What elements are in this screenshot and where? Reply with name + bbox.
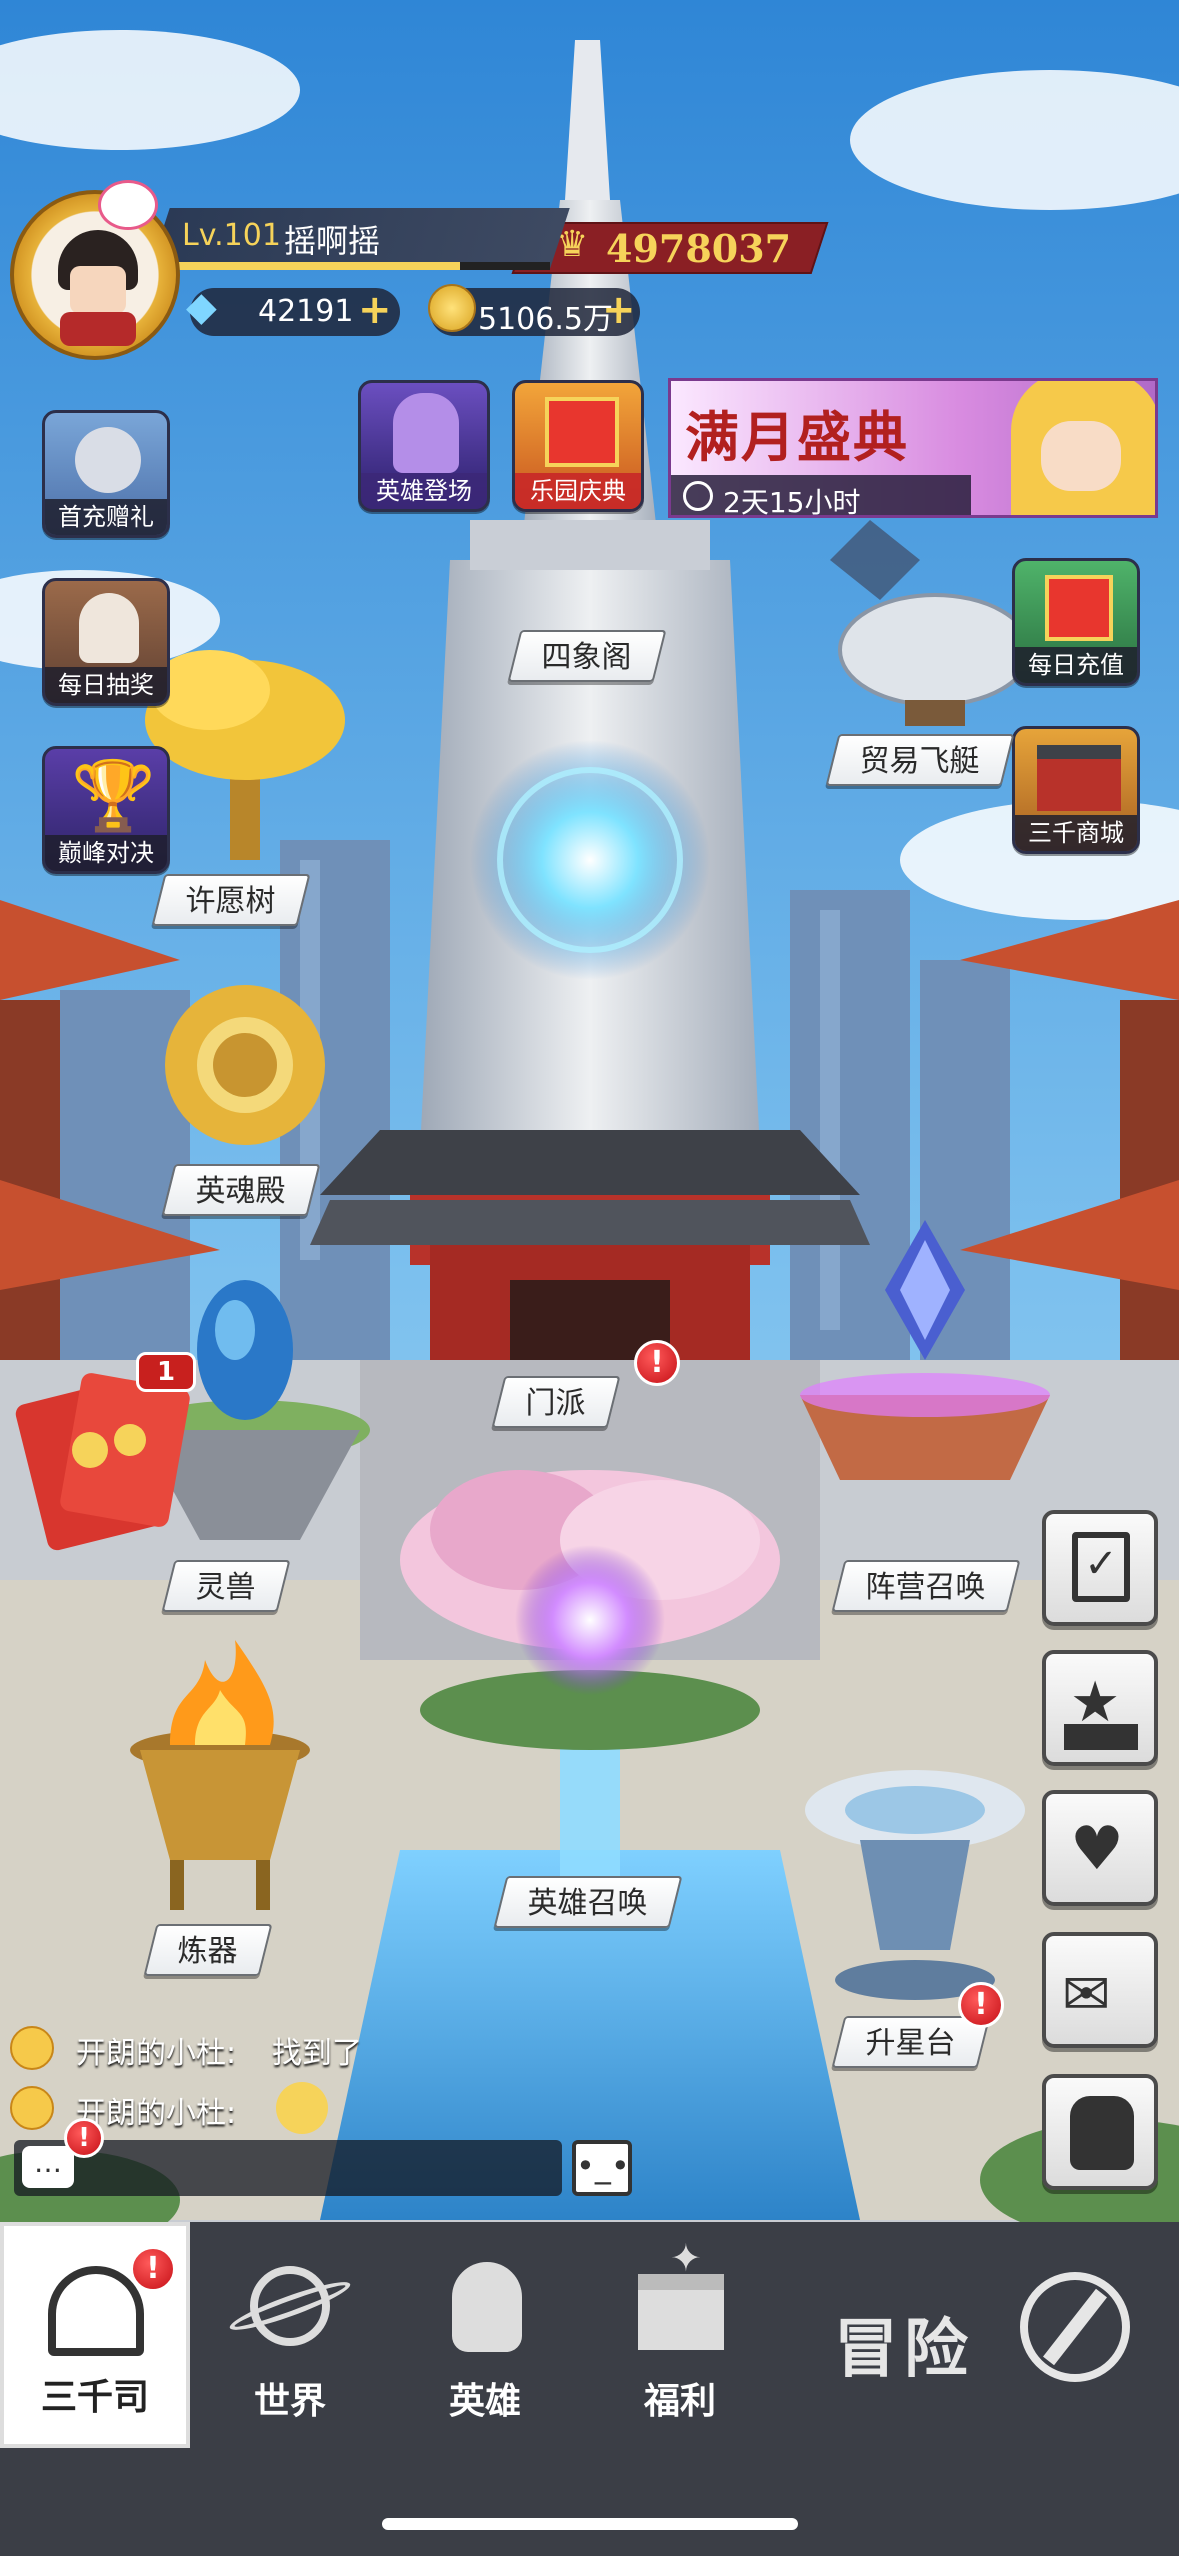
banner-timer: 2天15小时 [723,486,861,518]
avatar-face [70,266,126,314]
nav-label-welfare: 福利 [643,2381,716,2422]
ranking-button[interactable]: ★ [1042,1650,1158,1766]
diamond-icon: ◆ [186,284,217,330]
add-diamond-button[interactable]: + [358,290,394,330]
avatar-body [60,312,136,346]
mail-button[interactable]: ✉ [1042,1932,1158,2048]
friends-button[interactable]: ♥ [1042,1790,1158,1906]
emoji-button[interactable]: •_• [572,2140,632,2196]
player-level: Lv.101 [182,218,281,253]
building-label-trade-airship[interactable]: 贸易飞艇 [825,734,1015,786]
diamond-value: 42191 [258,294,354,329]
chat-alert-badge: ! [64,2118,104,2158]
building-label-hero-soul-hall[interactable]: 英魂殿 [161,1164,321,1216]
tasks-button[interactable]: ✓ [1042,1510,1158,1626]
sanqian-shop-button[interactable]: 三千商城 [1012,726,1140,854]
bunny-girl-icon [79,593,139,663]
sect-alert-badge: ! [634,1340,680,1386]
rabbit-ornament-icon [98,180,158,230]
nav-label-adventure: 冒险 [834,2313,974,2387]
building-label-wishing-tree[interactable]: 许愿树 [151,874,311,926]
fox-girl-face [1041,421,1121,491]
daily-recharge-button[interactable]: 每日充值 [1012,558,1140,686]
red-envelope-button[interactable] [20,1380,190,1540]
nav-tab-home[interactable]: ! 三千司 [0,2222,190,2448]
gift-box-nav-icon [638,2274,724,2350]
peak-duel-label: 巅峰对决 [45,835,167,871]
nav-label-home: 三千司 [40,2377,149,2418]
clock-icon [683,481,713,511]
building-label-forge[interactable]: 炼器 [143,1924,273,1976]
backpack-button[interactable] [1042,2074,1158,2190]
nav-tab-adventure[interactable]: 冒险 [780,2222,1179,2448]
gift-icon [1045,575,1113,641]
add-gold-button[interactable]: + [602,290,638,330]
building-label-sixiangge[interactable]: 四象阁 [507,630,667,682]
daily-lottery-label: 每日抽奖 [45,667,167,703]
checklist-icon: ✓ [1072,1532,1130,1602]
temple-icon [48,2266,144,2356]
chat-sender: 开朗的小杜: [76,2036,237,2071]
gift-character-icon [75,427,141,493]
star-platform-alert-badge: ! [958,1982,1004,2028]
chat-line-1[interactable]: 开朗的小杜: 找到了 [10,2022,570,2071]
full-moon-festival-banner[interactable]: 满月盛典 2天15小时 [668,378,1158,518]
gold-coin-icon [428,284,476,332]
park-celebration-button[interactable]: 乐园庆典 [512,380,644,512]
podium-icon [1064,1724,1138,1750]
nav-label-heroes: 英雄 [448,2381,521,2422]
player-hud: ♛ 4978037 Lv.101 摇啊摇 ◆ 42191 + 5106.5万 + [0,180,830,360]
building-label-sect[interactable]: 门派 [491,1376,621,1428]
gift-box-icon [545,397,619,467]
gold-value: 5106.5万 [478,302,613,337]
game-scene: ♛ 4978037 Lv.101 摇啊摇 ◆ 42191 + 5106.5万 +… [0,0,1179,2556]
hero-debut-button[interactable]: 英雄登场 [358,380,490,512]
home-indicator [382,2518,798,2530]
power-value: 4978037 [606,226,792,271]
friends-heart-icon: ♥ [1070,1814,1124,1884]
backpack-icon [1070,2096,1134,2170]
player-name: 摇啊摇 [284,222,381,260]
chat-message: 找到了 [272,2036,362,2071]
peak-duel-button[interactable]: 🏆 巅峰对决 [42,746,170,874]
banner-title: 满月盛典 [685,406,909,469]
first-recharge-gift-button[interactable]: 首充赠礼 [42,410,170,538]
sparkle-icon: ✦ [670,2236,702,2280]
building-label-hero-summon[interactable]: 英雄召唤 [493,1876,683,1928]
hero-debut-character-icon [393,393,459,473]
building-label-spirit-beast[interactable]: 灵兽 [161,1560,291,1612]
park-celebration-label: 乐园庆典 [515,473,641,509]
nav-tab-heroes[interactable]: 英雄 [390,2222,580,2448]
hero-head-icon [452,2262,522,2352]
bottom-nav: ! 三千司 世界 英雄 ✦ 福利 冒险 [0,2222,1179,2556]
chat-avatar-icon [10,2026,54,2070]
first-recharge-gift-label: 首充赠礼 [45,499,167,535]
daily-lottery-button[interactable]: 每日抽奖 [42,578,170,706]
home-alert-badge: ! [130,2246,176,2292]
chat-bubble-icon[interactable]: … [22,2146,74,2188]
chat-sticker-icon [276,2082,328,2134]
chat-avatar-icon [10,2086,54,2130]
nav-tab-welfare[interactable]: ✦ 福利 [586,2222,774,2448]
envelope-icon: ✉ [1062,1960,1111,2028]
hero-debut-label: 英雄登场 [361,473,487,509]
building-label-star-platform[interactable]: 升星台 [831,2016,991,2068]
nav-tab-world[interactable]: 世界 [196,2222,384,2448]
daily-recharge-label: 每日充值 [1015,647,1137,683]
exp-bar-fill [170,262,460,270]
shop-building-icon [1037,745,1121,811]
trophy-icon: 🏆 [71,757,156,836]
sanqian-shop-label: 三千商城 [1015,815,1137,851]
building-label-faction-summon[interactable]: 阵营召唤 [831,1560,1021,1612]
nav-label-world: 世界 [253,2381,326,2422]
